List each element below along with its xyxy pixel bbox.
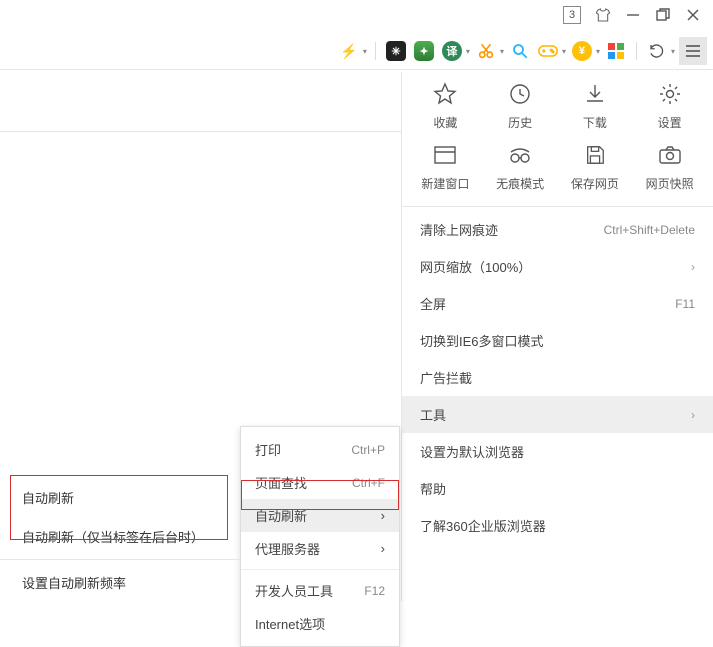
main-menu-panel: 收藏 历史 下载 设置 新建窗口 无痕模式 保存网页 网页快照 [401, 72, 713, 601]
submenu-auto-refresh-on[interactable]: 自动刷新 [20, 478, 220, 517]
menu-item-label: 工具 [420, 405, 446, 424]
menu-about[interactable]: 了解360企业版浏览器 [402, 507, 713, 544]
submenu-find[interactable]: 页面查找 Ctrl+F [241, 466, 399, 499]
menu-item-label: 设置 [658, 114, 682, 131]
menu-item-label: 网页缩放（100%） [420, 257, 531, 276]
menu-tools[interactable]: 工具 › [402, 396, 713, 433]
menu-item-label: 无痕模式 [496, 175, 544, 192]
window-icon [433, 143, 457, 167]
window-titlebar: 3 [563, 0, 713, 30]
menu-item-label: 清除上网痕迹 [420, 220, 498, 239]
chevron-down-icon[interactable]: ▾ [596, 47, 600, 56]
menu-item-label: Internet选项 [255, 614, 325, 633]
menu-snapshot[interactable]: 网页快照 [632, 143, 707, 192]
menu-clear-trace[interactable]: 清除上网痕迹 Ctrl+Shift+Delete [402, 211, 713, 248]
submenu-print[interactable]: 打印 Ctrl+P [241, 433, 399, 466]
menu-item-label: 自动刷新 [255, 506, 307, 525]
ext-translate-icon[interactable]: 译 [440, 39, 464, 63]
menu-item-label: 下载 [583, 114, 607, 131]
skin-icon[interactable] [595, 7, 611, 23]
menu-set-default[interactable]: 设置为默认浏览器 [402, 433, 713, 470]
submenu-internet-options[interactable]: Internet选项 [241, 607, 399, 640]
ext-screenshot-icon[interactable] [474, 39, 498, 63]
menu-fullscreen[interactable]: 全屏 F11 [402, 285, 713, 322]
undo-close-icon[interactable] [645, 39, 669, 63]
menu-item-label: 收藏 [433, 114, 457, 131]
menu-item-label: 历史 [508, 114, 532, 131]
ext-search-icon[interactable] [508, 39, 532, 63]
menu-ie6-mode[interactable]: 切换到IE6多窗口模式 [402, 322, 713, 359]
submenu-proxy[interactable]: 代理服务器 › [241, 532, 399, 565]
refresh-submenu: 自动刷新 自动刷新（仅当标签在后台时） 设置自动刷新频率 [20, 478, 220, 602]
shortcut-label: Ctrl+Shift+Delete [604, 223, 695, 237]
chevron-right-icon: › [691, 260, 695, 274]
incognito-icon [507, 143, 533, 167]
menu-item-label: 开发人员工具 [255, 581, 333, 600]
clock-icon [508, 82, 532, 106]
menu-adblock[interactable]: 广告拦截 [402, 359, 713, 396]
star-icon [433, 82, 457, 106]
gear-icon [658, 82, 682, 106]
chevron-down-icon[interactable]: ▾ [466, 47, 470, 56]
extension-toolbar: ⚡ ▾ ✳ ✦ 译 ▾ ▾ ▾ ¥ ▾ ▾ [337, 34, 713, 68]
close-button[interactable] [685, 7, 701, 23]
menu-help[interactable]: 帮助 [402, 470, 713, 507]
shortcut-label: F12 [364, 584, 385, 598]
shortcut-label: Ctrl+P [351, 443, 385, 457]
chevron-down-icon[interactable]: ▾ [500, 47, 504, 56]
menu-new-window[interactable]: 新建窗口 [408, 143, 483, 192]
chevron-down-icon[interactable]: ▾ [562, 47, 566, 56]
main-menu-button[interactable] [679, 37, 707, 65]
submenu-auto-refresh-bg[interactable]: 自动刷新（仅当标签在后台时） [20, 517, 220, 556]
submenu-refresh-freq[interactable]: 设置自动刷新频率 [20, 563, 220, 602]
menu-settings[interactable]: 设置 [632, 82, 707, 131]
menu-save-page[interactable]: 保存网页 [558, 143, 633, 192]
menu-downloads[interactable]: 下载 [558, 82, 633, 131]
menu-item-label: 页面查找 [255, 473, 307, 492]
menu-item-label: 设置为默认浏览器 [420, 442, 524, 461]
chevron-right-icon: › [381, 508, 385, 523]
save-icon [584, 143, 606, 167]
menu-item-label: 新建窗口 [421, 175, 469, 192]
menu-favorites[interactable]: 收藏 [408, 82, 483, 131]
ext-wechat-icon[interactable]: ✦ [412, 39, 436, 63]
submenu-auto-refresh[interactable]: 自动刷新 › [241, 499, 399, 532]
speed-mode-icon[interactable]: ⚡ [337, 39, 361, 63]
ext-game-icon[interactable] [536, 39, 560, 63]
shortcut-label: F11 [675, 297, 695, 311]
maximize-button[interactable] [655, 7, 671, 23]
ext-wallet-icon[interactable]: ¥ [570, 39, 594, 63]
menu-item-label: 切换到IE6多窗口模式 [420, 331, 544, 350]
shortcut-label: Ctrl+F [352, 476, 385, 490]
chevron-right-icon: › [381, 541, 385, 556]
menu-item-label: 帮助 [420, 479, 446, 498]
menu-zoom[interactable]: 网页缩放（100%） › [402, 248, 713, 285]
chevron-down-icon[interactable]: ▾ [363, 47, 367, 56]
menu-item-label: 全屏 [420, 294, 446, 313]
tools-submenu: 打印 Ctrl+P 页面查找 Ctrl+F 自动刷新 › 代理服务器 › 开发人… [240, 426, 400, 647]
submenu-devtools[interactable]: 开发人员工具 F12 [241, 574, 399, 607]
menu-item-label: 保存网页 [571, 175, 619, 192]
tab-count-badge[interactable]: 3 [563, 6, 581, 24]
menu-item-label: 打印 [255, 440, 281, 459]
minimize-button[interactable] [625, 7, 641, 23]
camera-icon [658, 143, 682, 167]
menu-incognito[interactable]: 无痕模式 [483, 143, 558, 192]
menu-item-label: 网页快照 [646, 175, 694, 192]
menu-item-label: 代理服务器 [255, 539, 320, 558]
chevron-down-icon[interactable]: ▾ [671, 47, 675, 56]
ext-darkmode-icon[interactable]: ✳ [384, 39, 408, 63]
chevron-right-icon: › [691, 408, 695, 422]
menu-history[interactable]: 历史 [483, 82, 558, 131]
download-icon [583, 82, 607, 106]
ext-apps-icon[interactable] [604, 39, 628, 63]
menu-item-label: 了解360企业版浏览器 [420, 516, 546, 535]
menu-item-label: 广告拦截 [420, 368, 472, 387]
